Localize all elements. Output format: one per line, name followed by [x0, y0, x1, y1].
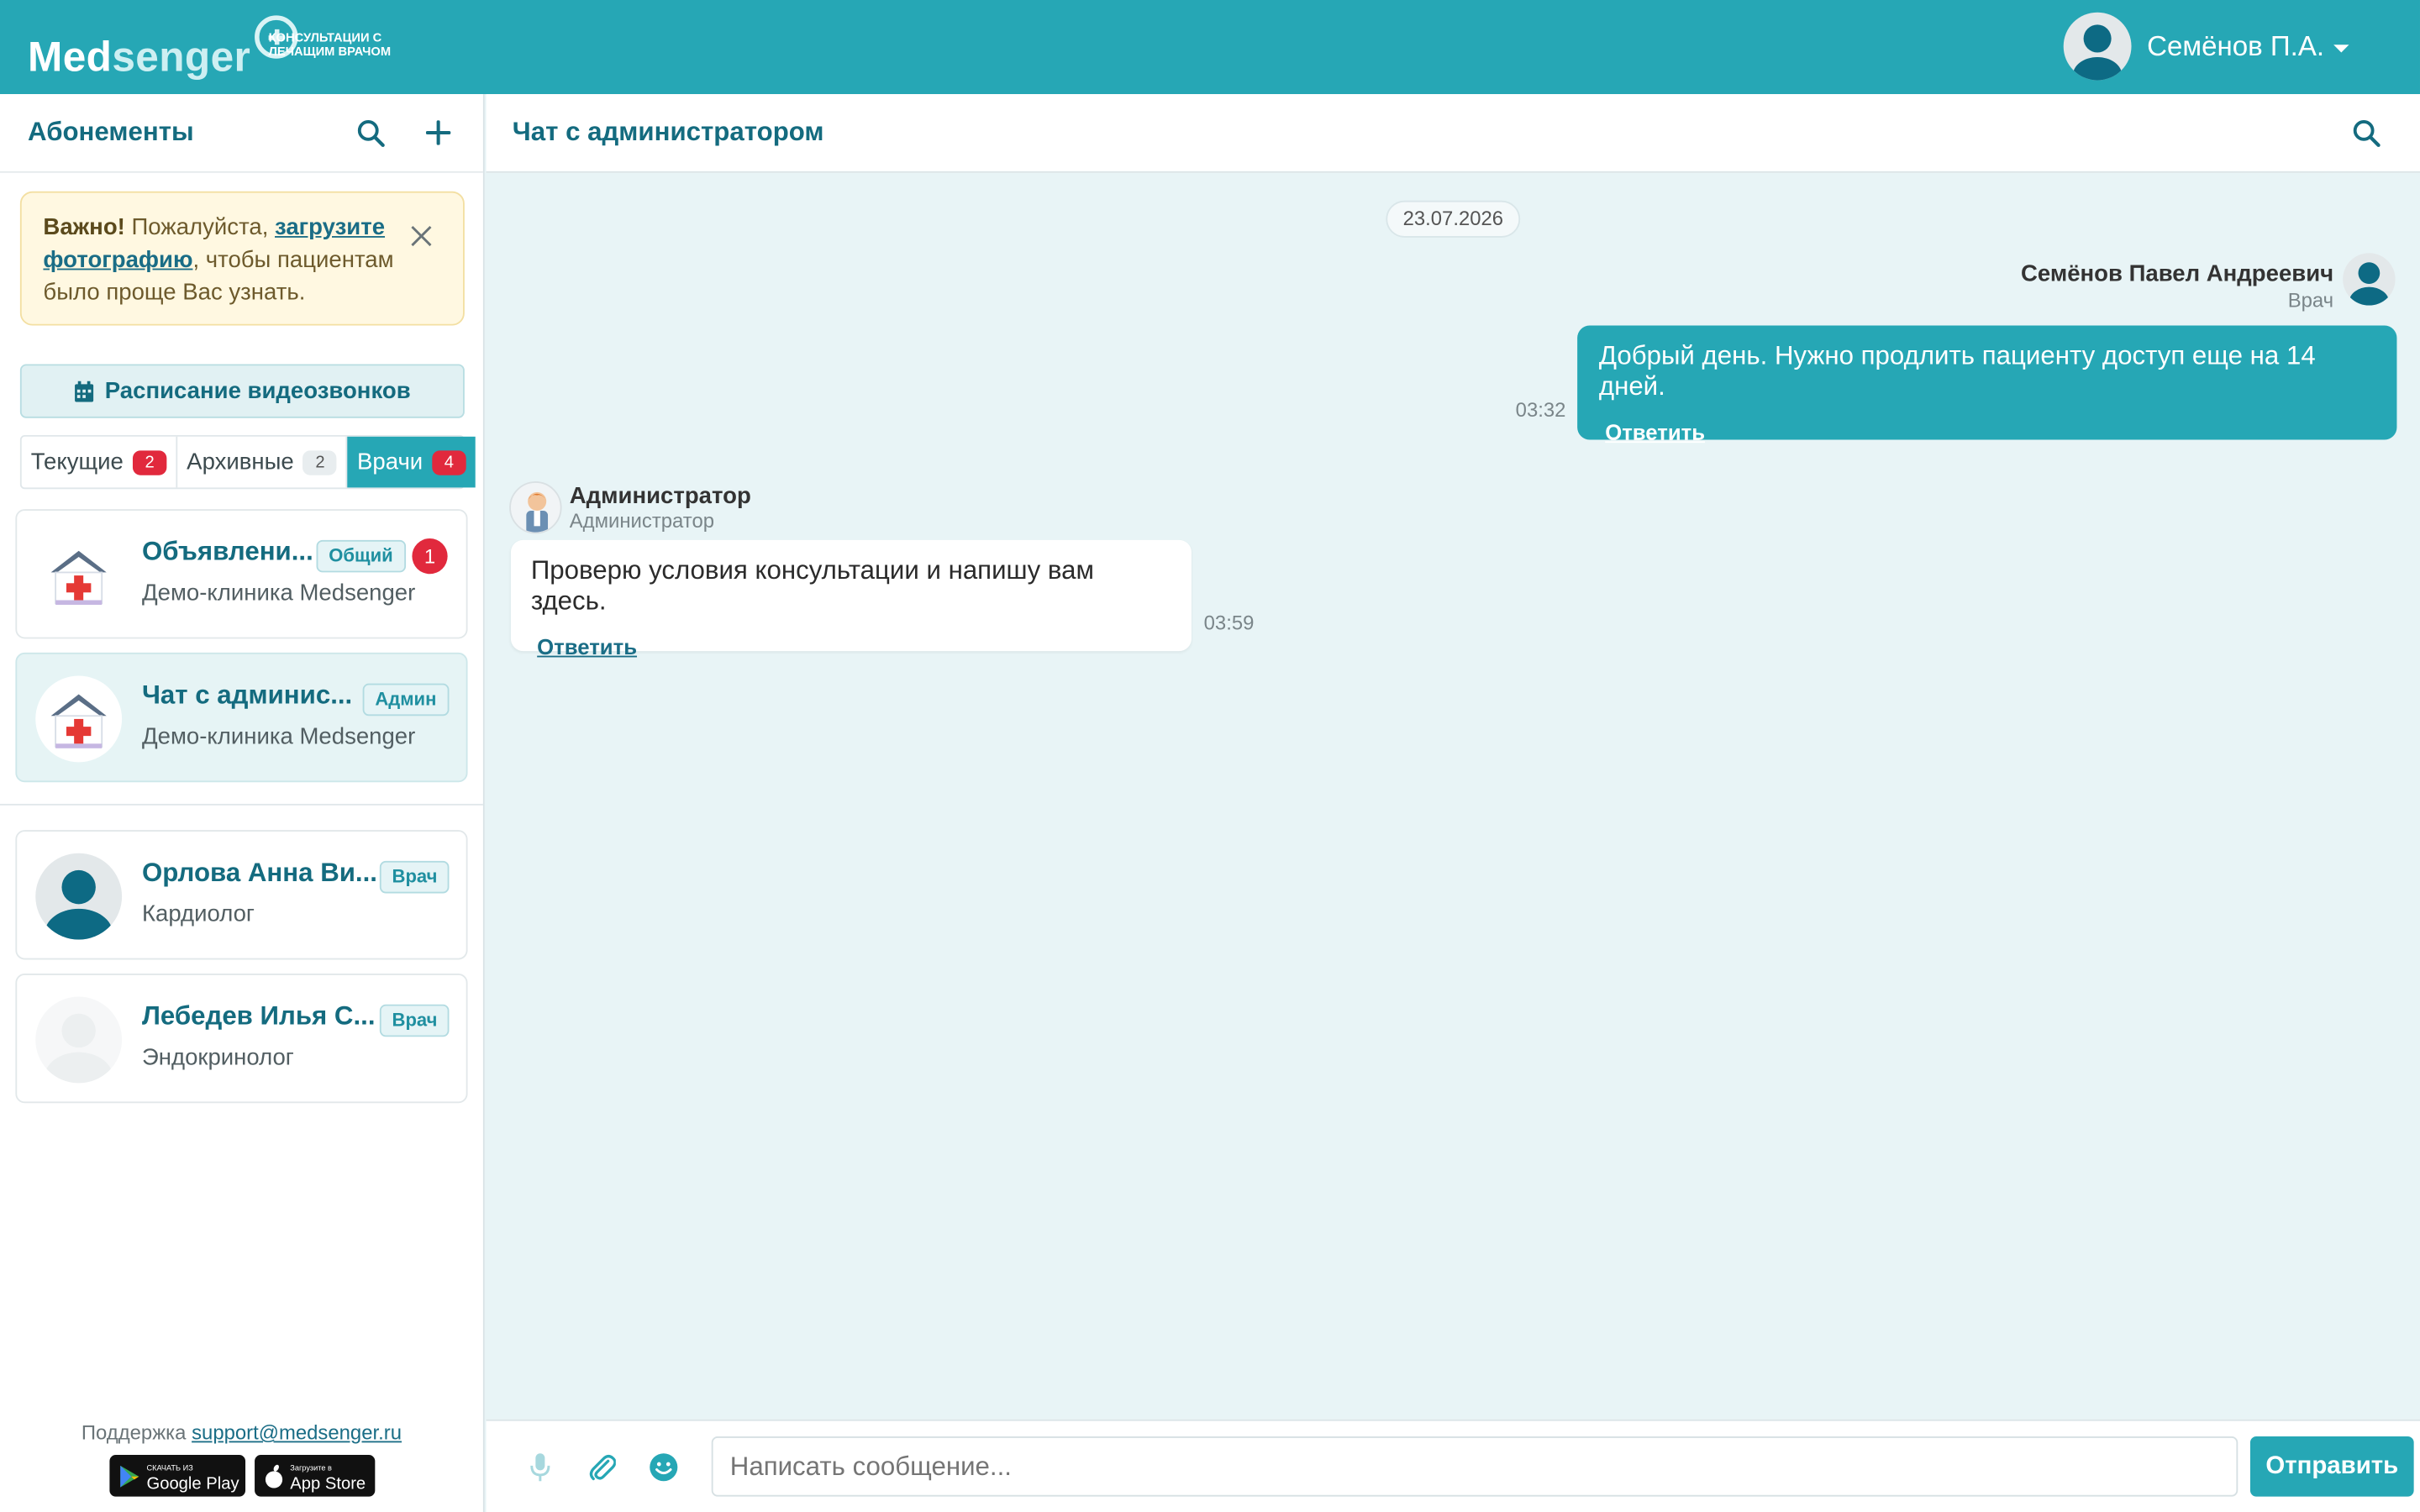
close-icon[interactable] — [411, 223, 433, 247]
avatar — [35, 996, 123, 1084]
reply-link[interactable]: Ответить — [537, 634, 637, 659]
paperclip-icon[interactable] — [579, 1443, 625, 1489]
calendar-icon — [74, 380, 94, 402]
chat-item-doctor-lebedev[interactable]: Лебедев Илья С... Врач Эндокринолог — [15, 973, 468, 1104]
message-input[interactable] — [711, 1436, 2238, 1497]
message-sender: Администратор Администратор — [570, 483, 751, 533]
chat-title: Чат с админис... — [141, 680, 353, 710]
support-email-link[interactable]: support@medsenger.ru — [192, 1421, 402, 1445]
alert-strong: Важно! — [43, 214, 125, 241]
sender-name: Семёнов Павел Андреевич — [2020, 260, 2334, 287]
logo-tagline: КОНСУЛЬТАЦИИ С ЛЕЧАЩИМ ВРАЧОМ — [268, 30, 392, 59]
chat-title: Орлова Анна Ви... — [141, 858, 377, 888]
message-sender: Семёнов Павел Андреевич Врач — [2021, 260, 2333, 312]
app-store-button[interactable]: Загрузите в App Store — [255, 1455, 376, 1497]
caret-down-icon — [2333, 44, 2349, 52]
chat-item-doctor-orlova[interactable]: Орлова Анна Ви... Врач Кардиолог — [15, 830, 468, 960]
google-play-button[interactable]: СКАЧАТЬ ИЗ Google Play — [109, 1455, 246, 1497]
tab-archived[interactable]: Архивные 2 — [177, 436, 349, 488]
search-icon[interactable] — [347, 109, 393, 155]
chat-tag: Врач — [379, 1004, 450, 1037]
sidebar-title: Абонементы — [28, 117, 194, 147]
add-icon[interactable] — [415, 109, 461, 155]
photo-upload-alert: Важно! Пожалуйста, загрузите фотографию,… — [19, 191, 465, 326]
tab-count: 4 — [432, 449, 466, 475]
chat-header: Чат с администратором — [486, 94, 2420, 173]
message-time: 03:32 — [1515, 397, 1566, 422]
store-badges: СКАЧАТЬ ИЗ Google Play Загрузите в App Sto… — [109, 1455, 376, 1497]
google-play-icon — [120, 1464, 139, 1487]
avatar — [35, 853, 123, 940]
unread-badge: 1 — [412, 538, 448, 575]
reply-link[interactable]: Ответить — [1605, 420, 1705, 444]
clinic-icon — [35, 532, 123, 619]
tab-count: 2 — [302, 449, 338, 475]
subscription-tabs: Текущие 2 Архивные 2 Врачи 4 — [19, 434, 476, 490]
date-separator: 23.07.2026 — [1386, 200, 1521, 238]
chat-subtitle: Кардиолог — [141, 900, 255, 927]
chat-item-admin[interactable]: Чат с админис... Админ Демо-клиника Meds… — [15, 652, 468, 783]
top-bar: Medsenger КОНСУЛЬТАЦИИ С ЛЕЧАЩИМ ВРАЧОМ … — [0, 0, 2420, 95]
tab-current[interactable]: Текущие 2 — [22, 436, 178, 488]
apple-icon — [265, 1463, 283, 1488]
medsenger-logo[interactable]: Medsenger — [28, 15, 299, 81]
divider — [0, 803, 483, 806]
chat-tag: Админ — [362, 683, 450, 717]
alert-text-before: Пожалуйста, — [124, 214, 276, 241]
message-text: Добрый день. Нужно продлить пациенту дос… — [1598, 340, 2316, 402]
chat-subtitle: Эндокринолог — [141, 1044, 294, 1071]
chat-title: Чат с администратором — [512, 117, 824, 147]
chat-tag: Врач — [379, 860, 450, 894]
message-bubble-outgoing: Добрый день. Нужно продлить пациенту дос… — [1577, 325, 2397, 444]
sender-role: Врач — [2287, 288, 2334, 312]
emoji-icon[interactable] — [640, 1443, 687, 1489]
chat-panel: Чат с администратором 23.07.2026 Семёнов… — [486, 94, 2420, 1512]
clinic-icon — [35, 675, 123, 763]
avatar — [2343, 253, 2396, 306]
message-composer: Отправить — [486, 1419, 2420, 1512]
user-name: Семёнов П.А. — [2147, 29, 2325, 61]
chat-subtitle: Демо-клиника Medsenger — [141, 580, 416, 606]
chat-tag: Общий — [316, 539, 406, 573]
sender-name: Администратор — [569, 482, 751, 510]
message-bubble-incoming: Проверю условия консультации и напишу ва… — [510, 539, 1192, 659]
sidebar: Абонементы Важно! Пожалуйста, загрузите … — [0, 94, 485, 1512]
chat-item-announcements[interactable]: Объявлени... Общий 1 Демо-клиника Medsen… — [15, 509, 468, 639]
video-schedule-button[interactable]: Расписание видеозвонков — [19, 364, 465, 418]
sender-role: Администратор — [569, 509, 715, 533]
chat-title: Лебедев Илья С... — [141, 1001, 376, 1031]
video-schedule-label: Расписание видеозвонков — [104, 377, 411, 405]
avatar — [509, 481, 562, 534]
message-time: 03:59 — [1203, 611, 1255, 634]
send-button[interactable]: Отправить — [2249, 1436, 2414, 1497]
user-menu[interactable]: Семёнов П.А. — [2063, 12, 2349, 81]
microphone-icon[interactable] — [517, 1443, 563, 1489]
message-text: Проверю условия консультации и напишу ва… — [530, 555, 1094, 616]
tab-doctors[interactable]: Врачи 4 — [348, 436, 476, 488]
support-label: Поддержка — [81, 1420, 187, 1445]
chat-subtitle: Демо-клиника Medsenger — [141, 723, 416, 750]
search-icon[interactable] — [2343, 109, 2389, 155]
avatar — [2063, 12, 2132, 81]
logo-wordmark: Medsenger — [28, 34, 251, 81]
sidebar-header: Абонементы — [0, 94, 483, 173]
support-line: Поддержка support@medsenger.ru — [0, 1421, 483, 1445]
tab-count: 2 — [132, 449, 167, 475]
chat-title: Объявлени... — [141, 537, 313, 567]
